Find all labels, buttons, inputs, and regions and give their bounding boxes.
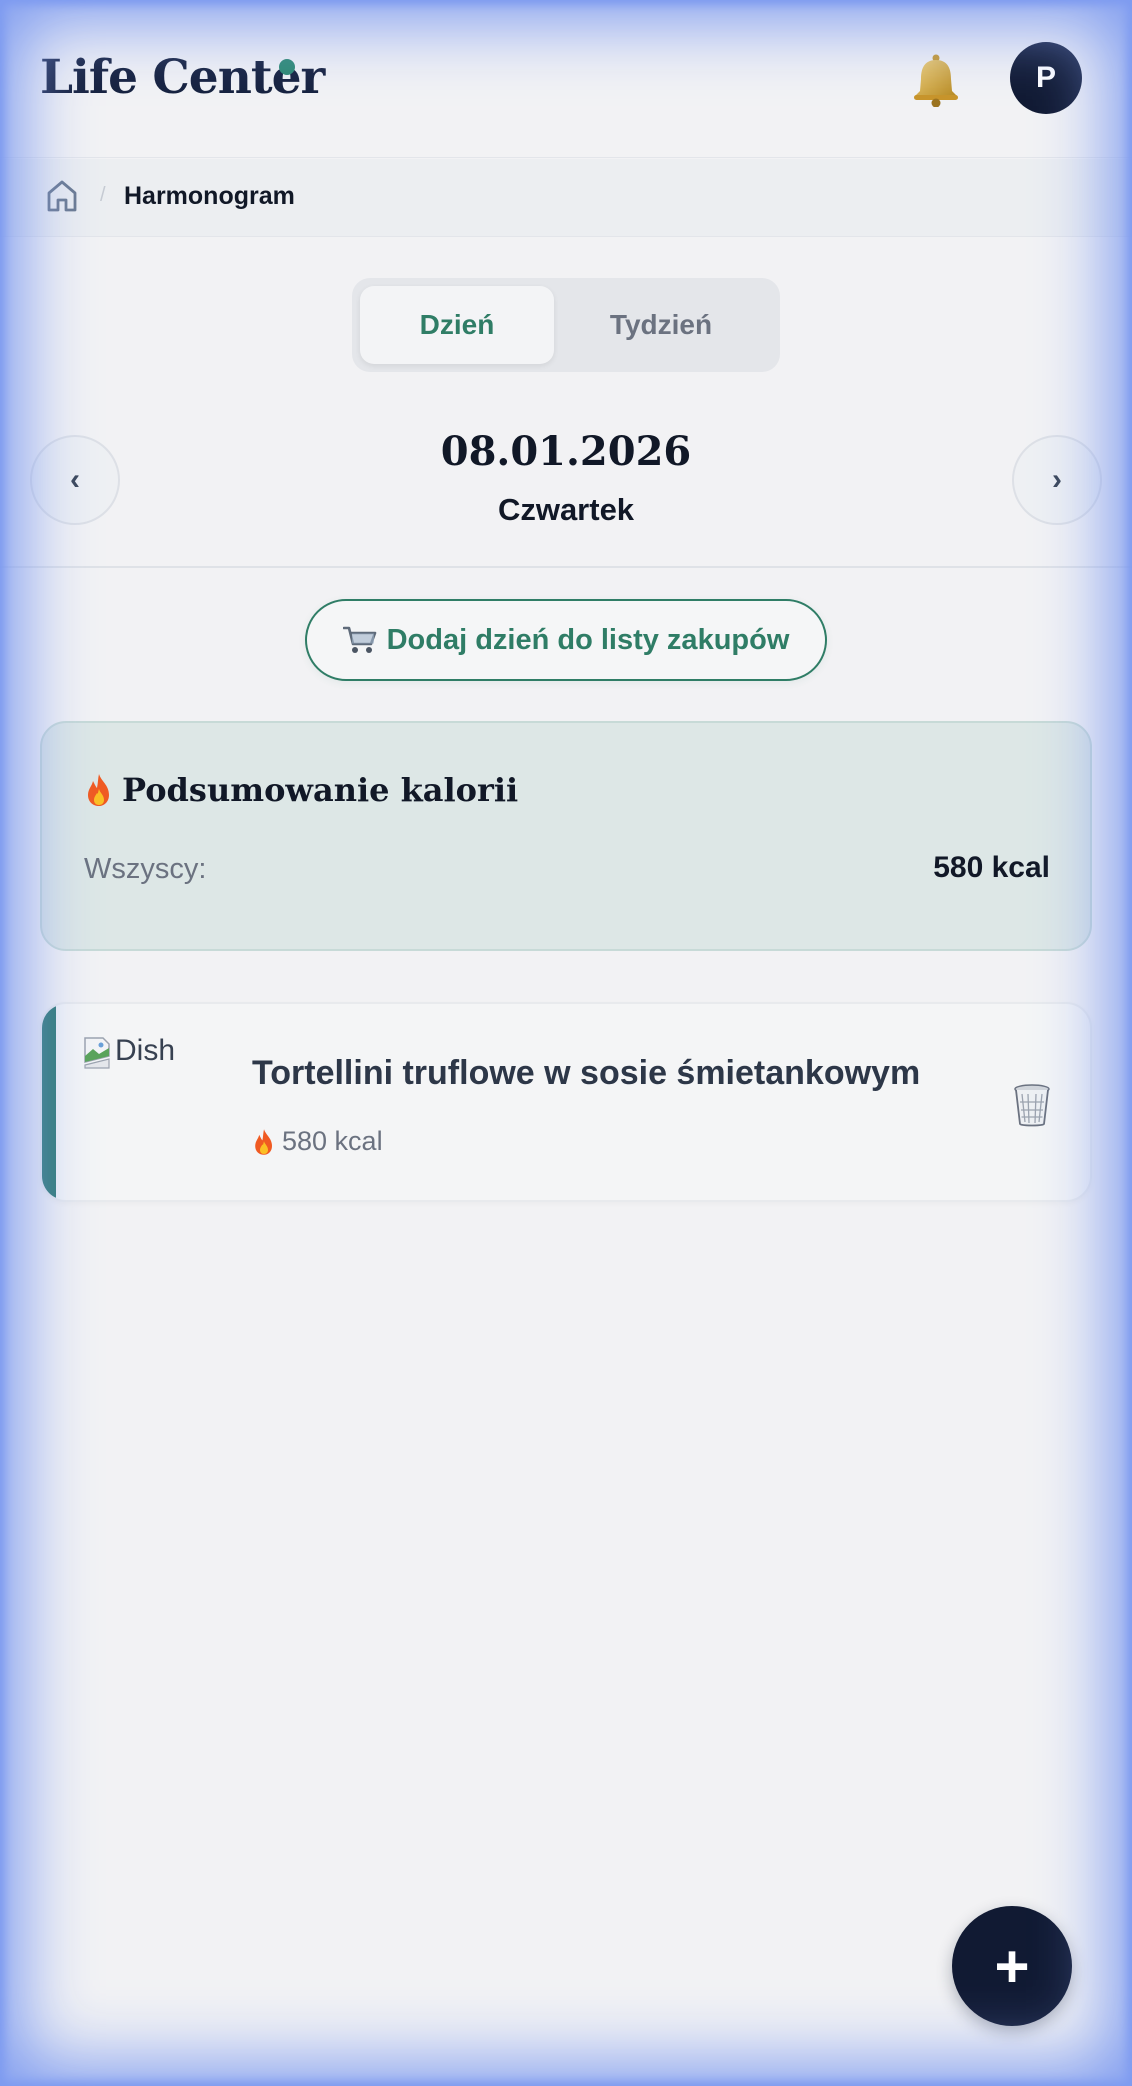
home-icon	[47, 180, 77, 212]
current-date: 08.01.2026	[440, 428, 692, 475]
user-avatar[interactable]: P	[1010, 42, 1082, 114]
status-dot	[279, 59, 295, 75]
meal-image: Dish	[83, 1034, 213, 1144]
broken-image-icon	[84, 1037, 110, 1069]
summary-title: Podsumowanie kalorii	[84, 771, 518, 809]
meal-title: Tortellini truflowe w sosie śmietankowym	[252, 1054, 921, 1092]
meal-accent-bar	[42, 1004, 56, 1200]
trash-icon	[1014, 1084, 1050, 1127]
breadcrumb-current: Harmonogram	[124, 182, 295, 210]
app-header: Life Center P	[0, 0, 1132, 158]
meal-image-alt: Dish	[115, 1034, 176, 1067]
summary-title-text: Podsumowanie kalorii	[122, 771, 519, 809]
add-meal-fab[interactable]: +	[952, 1906, 1072, 2026]
cart-icon	[342, 626, 376, 653]
meal-kcal-value: 580 kcal	[282, 1126, 383, 1156]
meal-kcal: 580 kcal	[252, 1126, 383, 1157]
summary-label: Wszyscy:	[84, 853, 207, 885]
breadcrumb-home[interactable]	[44, 178, 80, 214]
add-to-shopping-list-button[interactable]: Dodaj dzień do listy zakupów	[305, 599, 827, 681]
shopping-button-label: Dodaj dzień do listy zakupów	[386, 623, 790, 656]
meal-card[interactable]: Dish Tortellini truflowe w sosie śmietan…	[40, 1002, 1092, 1202]
bell-icon	[914, 54, 958, 107]
notifications-button[interactable]	[906, 50, 966, 110]
fire-icon	[88, 774, 109, 806]
fire-icon	[255, 1128, 272, 1155]
brand-title: Life Center	[40, 50, 325, 105]
calorie-summary-card: Podsumowanie kalorii Wszyscy: 580 kcal	[40, 721, 1092, 951]
delete-meal-button[interactable]	[1012, 1082, 1052, 1128]
breadcrumb-separator: /	[100, 184, 106, 206]
tab-day[interactable]: Dzień	[360, 286, 554, 364]
view-toggle: Dzień Tydzień	[352, 278, 780, 372]
divider	[0, 566, 1132, 568]
next-day-button[interactable]: ›	[1012, 435, 1102, 525]
tab-week[interactable]: Tydzień	[564, 286, 758, 364]
current-weekday: Czwartek	[497, 492, 635, 527]
summary-value: 580 kcal	[933, 851, 1050, 884]
